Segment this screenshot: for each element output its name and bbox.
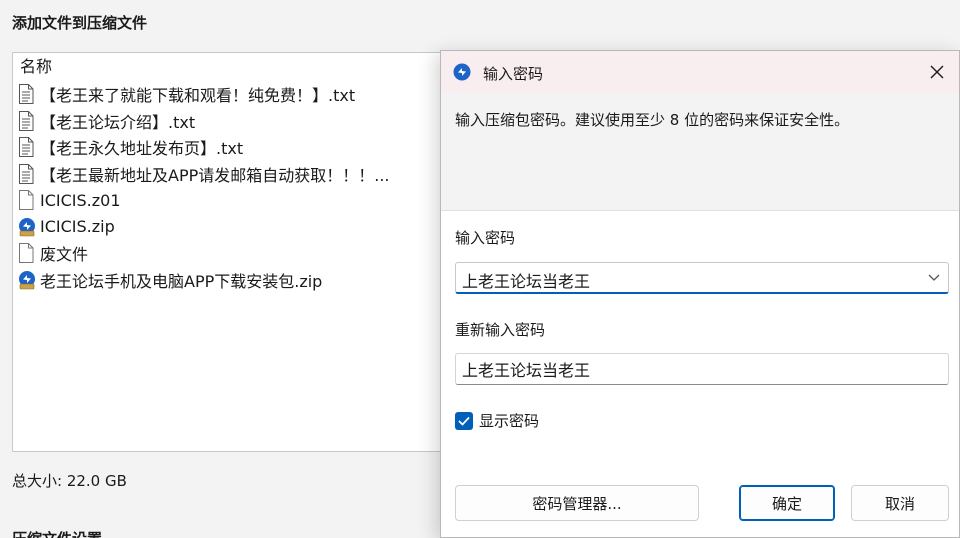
dialog-titlebar[interactable]: 输入密码 [441, 51, 959, 93]
file-row[interactable]: 【老王论坛介绍】.txt [13, 108, 447, 135]
checkmark-icon [458, 416, 470, 426]
archive-icon [18, 270, 35, 290]
app-logo-icon [453, 63, 471, 81]
password-manager-button[interactable]: 密码管理器... [455, 485, 699, 521]
dialog-description: 输入压缩包密码。建议使用至少 8 位的密码来保证安全性。 [455, 111, 850, 129]
cancel-button[interactable]: 取消 [851, 485, 949, 521]
password-value[interactable]: 上老王论坛当老王 [462, 268, 590, 292]
blank-file-icon [18, 190, 34, 211]
close-button[interactable] [915, 51, 959, 93]
file-row[interactable]: ICICIS.z01 [13, 187, 447, 214]
file-name: 【老王论坛介绍】.txt [40, 112, 196, 132]
password-dialog: 输入密码 输入压缩包密码。建议使用至少 8 位的密码来保证安全性。 输入密码 上… [440, 50, 960, 538]
show-password-option[interactable]: 显示密码 [455, 410, 539, 431]
ok-button[interactable]: 确定 [739, 485, 835, 521]
file-row[interactable]: ICICIS.zip [13, 214, 447, 241]
dialog-description-panel: 输入压缩包密码。建议使用至少 8 位的密码来保证安全性。 [441, 93, 959, 211]
file-row[interactable]: 【老王最新地址及APP请发邮箱自动获取！！！... [13, 161, 447, 188]
text-file-icon [18, 110, 34, 131]
file-name: 废文件 [40, 245, 89, 265]
dialog-title: 输入密码 [483, 65, 544, 83]
password-combobox[interactable]: 上老王论坛当老王 [455, 262, 949, 294]
total-size: 总大小: 22.0 GB [12, 472, 127, 490]
file-name: ICICIS.zip [40, 217, 115, 237]
column-header-name[interactable]: 名称 [13, 53, 447, 81]
file-name: 【老王永久地址发布页】.txt [40, 139, 244, 159]
file-name: 【老王最新地址及APP请发邮箱自动获取！！！... [40, 165, 390, 185]
show-password-checkbox[interactable] [455, 411, 473, 430]
show-password-label[interactable]: 显示密码 [479, 410, 539, 431]
text-file-icon [18, 84, 34, 105]
close-icon [930, 65, 944, 79]
confirm-password-input[interactable] [462, 358, 942, 380]
file-row[interactable]: 废文件 [13, 240, 447, 267]
text-file-icon [18, 163, 34, 184]
file-row[interactable]: 【老王永久地址发布页】.txt [13, 134, 447, 161]
file-list[interactable]: 名称 【老王来了就能下载和观看！纯免费！】.txt 【老王论坛介绍】.txt 【老王… [12, 52, 448, 452]
file-name: 老王论坛手机及电脑APP下载安装包.zip [40, 271, 323, 291]
file-row[interactable]: 老王论坛手机及电脑APP下载安装包.zip [13, 267, 447, 294]
chevron-down-icon[interactable] [928, 274, 940, 282]
archive-icon [18, 217, 35, 237]
password-label: 输入密码 [455, 229, 516, 247]
confirm-password-field[interactable] [455, 353, 949, 385]
blank-file-icon [18, 243, 34, 264]
file-row[interactable]: 【老王来了就能下载和观看！纯免费！】.txt [13, 81, 447, 108]
window-title: 添加文件到压缩文件 [12, 14, 148, 32]
section-title-archive-settings: 压缩文件设置 [12, 528, 102, 538]
file-name: ICICIS.z01 [40, 190, 121, 210]
file-name: 【老王来了就能下载和观看！纯免费！】.txt [40, 86, 356, 106]
confirm-password-label: 重新输入密码 [455, 321, 546, 339]
text-file-icon [18, 137, 34, 158]
